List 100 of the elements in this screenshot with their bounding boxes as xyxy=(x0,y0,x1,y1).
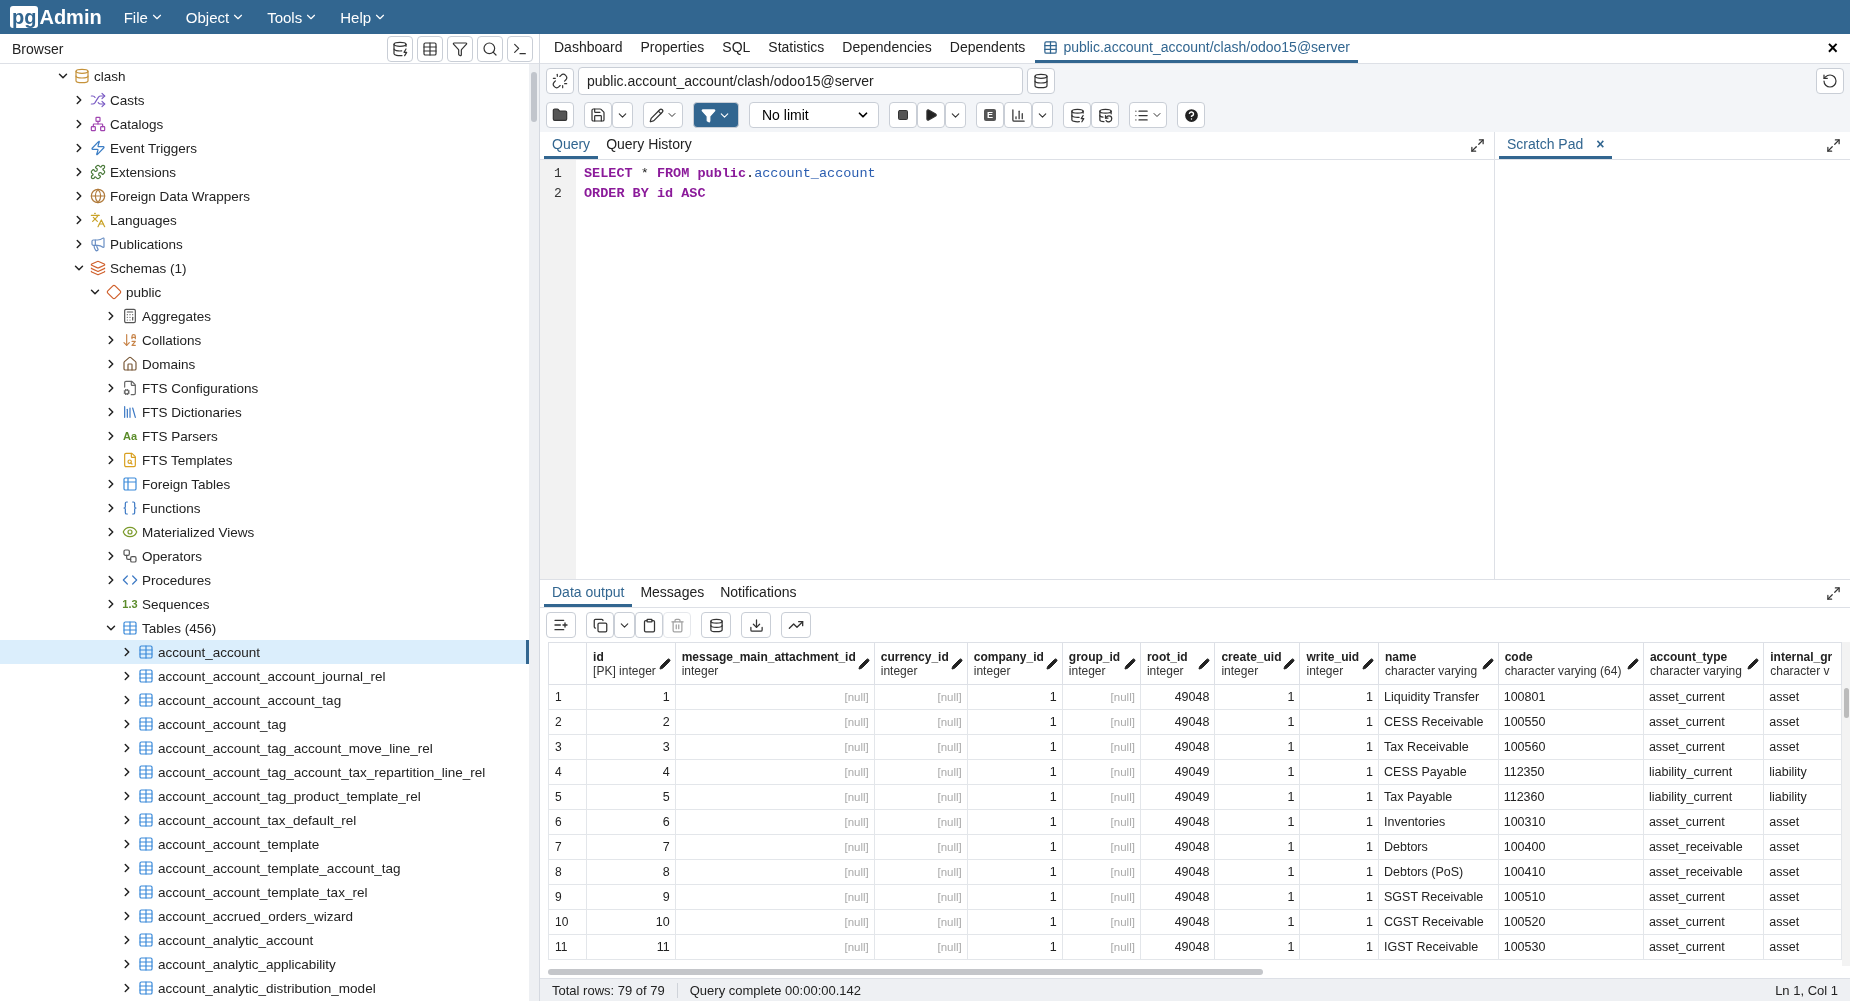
tree-item[interactable]: Languages xyxy=(0,208,529,232)
stop-button[interactable] xyxy=(889,102,917,128)
row-number[interactable]: 6 xyxy=(548,809,587,835)
reset-button[interactable] xyxy=(1816,68,1844,94)
tab[interactable]: Statistics xyxy=(760,34,833,63)
tree-item[interactable]: Casts xyxy=(0,88,529,112)
filter-button[interactable] xyxy=(693,102,739,128)
column-header[interactable]: id [PK] integer xyxy=(586,642,676,685)
tab[interactable]: Query History xyxy=(598,132,700,159)
commit-button[interactable] xyxy=(1063,102,1091,128)
rollback-button[interactable] xyxy=(1091,102,1119,128)
tab[interactable]: Notifications xyxy=(712,580,805,607)
tree-item[interactable]: account_account_account_journal_rel xyxy=(0,664,529,688)
column-header[interactable]: group_id integer xyxy=(1062,642,1141,685)
tree-item[interactable]: FTS Dictionaries xyxy=(0,400,529,424)
explain-button[interactable]: E xyxy=(976,102,1004,128)
tree-item[interactable]: account_accrued_orders_wizard xyxy=(0,904,529,928)
limit-select[interactable]: No limit xyxy=(749,102,879,128)
tree-item[interactable]: Extensions xyxy=(0,160,529,184)
close-button[interactable]: × xyxy=(1821,34,1844,63)
query-tool-button[interactable] xyxy=(387,35,413,62)
column-header[interactable]: currency_id integer xyxy=(874,642,968,685)
tab[interactable]: Properties xyxy=(632,34,713,63)
tree-item[interactable]: account_account_account_tag xyxy=(0,688,529,712)
tab[interactable]: Scratch Pad × xyxy=(1499,132,1613,159)
connection-field[interactable]: public.account_account/clash/odoo15@server xyxy=(578,67,1023,95)
help-button[interactable] xyxy=(1177,102,1205,128)
tree-item[interactable]: public xyxy=(0,280,529,304)
tab[interactable]: Dependents xyxy=(941,34,1034,63)
tab[interactable]: Messages xyxy=(632,580,713,607)
tree-item[interactable]: account_account_tag_product_template_rel xyxy=(0,784,529,808)
save-data-button[interactable] xyxy=(701,612,731,638)
explain-analyze-button[interactable] xyxy=(1004,102,1032,128)
tree-item[interactable]: Materialized Views xyxy=(0,520,529,544)
column-header[interactable]: message_main_attachment_id integer xyxy=(675,642,875,685)
row-number[interactable]: 7 xyxy=(548,834,587,860)
filter-rows-button[interactable] xyxy=(447,35,473,62)
scrollbar[interactable] xyxy=(529,64,539,1001)
add-row-button[interactable] xyxy=(546,612,576,638)
view-data-button[interactable] xyxy=(417,35,443,62)
execute-button[interactable] xyxy=(917,102,945,128)
tree-item[interactable]: 1.3 Sequences xyxy=(0,592,529,616)
tree-item[interactable]: account_account_template xyxy=(0,832,529,856)
connection-button[interactable] xyxy=(546,68,574,94)
tree-item[interactable]: Foreign Data Wrappers xyxy=(0,184,529,208)
tree-item[interactable]: account_account_tag_account_move_line_rel xyxy=(0,736,529,760)
tree-item[interactable]: Tables (456) xyxy=(0,616,529,640)
copy-menu-button[interactable] xyxy=(614,612,635,638)
tree-item[interactable]: Schemas (1) xyxy=(0,256,529,280)
tree-item[interactable]: Procedures xyxy=(0,568,529,592)
tree-item[interactable]: Foreign Tables xyxy=(0,472,529,496)
row-number[interactable]: 11 xyxy=(548,934,587,960)
copy-button[interactable] xyxy=(586,612,614,638)
tree-item[interactable]: account_analytic_distribution_model xyxy=(0,976,529,1000)
menu-item[interactable]: Help xyxy=(340,8,388,26)
tree-item[interactable]: clash xyxy=(0,64,529,88)
tree-item[interactable]: Functions xyxy=(0,496,529,520)
tree-item[interactable]: FTS Templates xyxy=(0,448,529,472)
scrollbar[interactable] xyxy=(1842,642,1850,966)
row-number[interactable]: 2 xyxy=(548,709,587,735)
code-editor[interactable]: 1 2 SELECT * FROM public.account_account ORDER BY id ASC xyxy=(540,160,1494,579)
column-header[interactable]: code character varying (64) xyxy=(1498,642,1644,685)
paste-button[interactable] xyxy=(635,612,663,638)
tree-item[interactable]: Event Triggers xyxy=(0,136,529,160)
menu-item[interactable]: File xyxy=(123,8,164,26)
tree-item[interactable]: Aggregates xyxy=(0,304,529,328)
tree-item[interactable]: Catalogs xyxy=(0,112,529,136)
column-header[interactable]: account_type character varying xyxy=(1643,642,1764,685)
row-number[interactable]: 3 xyxy=(548,734,587,760)
row-number[interactable]: 10 xyxy=(548,909,587,935)
row-number[interactable]: 4 xyxy=(548,759,587,785)
tree-item[interactable]: FTS Configurations xyxy=(0,376,529,400)
graph-button[interactable] xyxy=(781,612,811,638)
tree-item[interactable]: account_account xyxy=(0,640,529,664)
tree-item[interactable]: account_analytic_account xyxy=(0,928,529,952)
tab[interactable]: Dashboard xyxy=(546,34,631,63)
terminal-button[interactable] xyxy=(507,35,533,62)
edit-button[interactable] xyxy=(643,102,683,128)
explain-menu-button[interactable] xyxy=(1032,102,1053,128)
tree-item[interactable]: account_account_tag_account_tax_repartition_line_rel xyxy=(0,760,529,784)
save-button[interactable] xyxy=(584,102,612,128)
tree-item[interactable]: account_account_template_tax_rel xyxy=(0,880,529,904)
column-header[interactable]: root_id integer xyxy=(1140,642,1215,685)
column-header[interactable]: create_uid integer xyxy=(1214,642,1300,685)
row-number[interactable]: 1 xyxy=(548,684,587,710)
execute-menu-button[interactable] xyxy=(945,102,966,128)
row-number[interactable]: 5 xyxy=(548,784,587,810)
tree-item[interactable]: Domains xyxy=(0,352,529,376)
tree-item[interactable]: Operators xyxy=(0,544,529,568)
tree-item[interactable]: account_account_template_account_tag xyxy=(0,856,529,880)
column-header[interactable]: company_id integer xyxy=(967,642,1063,685)
column-header[interactable]: internal_gr character v xyxy=(1763,642,1842,685)
tree-item[interactable]: Aa FTS Parsers xyxy=(0,424,529,448)
tab[interactable]: Dependencies xyxy=(834,34,940,63)
tree-item[interactable]: Publications xyxy=(0,232,529,256)
menu-item[interactable]: Tools xyxy=(267,8,319,26)
column-header[interactable]: write_uid integer xyxy=(1299,642,1379,685)
tree-item[interactable]: account_analytic_applicability xyxy=(0,952,529,976)
tab[interactable]: SQL xyxy=(714,34,759,63)
macros-button[interactable] xyxy=(1129,102,1167,128)
